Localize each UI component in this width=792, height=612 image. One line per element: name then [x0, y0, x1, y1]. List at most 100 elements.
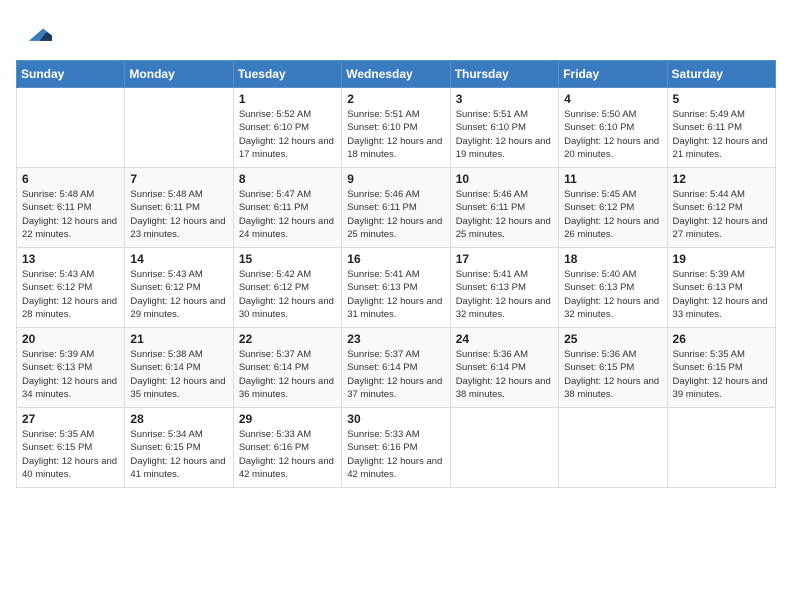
day-cell: 30 Sunrise: 5:33 AM Sunset: 6:16 PM Dayli… [342, 408, 450, 488]
day-cell: 16Sunrise: 5:41 AM Sunset: 6:13 PM Dayli… [342, 248, 450, 328]
weekday-header-thursday: Thursday [450, 61, 558, 88]
header [16, 16, 776, 48]
day-info: Sunrise: 5:33 AM Sunset: 6:16 PM Dayligh… [347, 428, 444, 481]
day-cell: 3 Sunrise: 5:51 AM Sunset: 6:10 PM Daylig… [450, 88, 558, 168]
day-info: Sunrise: 5:40 AM Sunset: 6:13 PM Dayligh… [564, 268, 661, 321]
day-cell [559, 408, 667, 488]
day-info: Sunrise: 5:42 AM Sunset: 6:12 PM Dayligh… [239, 268, 336, 321]
day-info: Sunrise: 5:45 AM Sunset: 6:12 PM Dayligh… [564, 188, 661, 241]
day-number: 3 [456, 92, 553, 106]
weekday-header-friday: Friday [559, 61, 667, 88]
day-info: Sunrise: 5:43 AM Sunset: 6:12 PM Dayligh… [130, 268, 227, 321]
week-row-3: 13 Sunrise: 5:43 AM Sunset: 6:12 PM Dayli… [17, 248, 776, 328]
day-number: 13 [22, 252, 119, 266]
day-number: 8 [239, 172, 336, 186]
day-info: Sunrise: 5:52 AM Sunset: 6:10 PM Dayligh… [239, 108, 336, 161]
day-cell: 25 Sunrise: 5:36 AM Sunset: 6:15 PM Dayli… [559, 328, 667, 408]
day-info: Sunrise: 5:33 AM Sunset: 6:16 PM Dayligh… [239, 428, 336, 481]
day-number: 12 [673, 172, 770, 186]
day-cell: 29 Sunrise: 5:33 AM Sunset: 6:16 PM Dayli… [233, 408, 341, 488]
day-cell: 19 Sunrise: 5:39 AM Sunset: 6:13 PM Dayli… [667, 248, 775, 328]
day-number: 20 [22, 332, 119, 346]
logo-icon [20, 16, 52, 48]
day-cell: 8 Sunrise: 5:47 AM Sunset: 6:11 PM Daylig… [233, 168, 341, 248]
day-number: 2 [347, 92, 444, 106]
day-number: 10 [456, 172, 553, 186]
day-cell: 24 Sunrise: 5:36 AM Sunset: 6:14 PM Dayli… [450, 328, 558, 408]
day-number: 9 [347, 172, 444, 186]
weekday-header-saturday: Saturday [667, 61, 775, 88]
day-cell: 22 Sunrise: 5:37 AM Sunset: 6:14 PM Dayli… [233, 328, 341, 408]
day-info: Sunrise: 5:37 AM Sunset: 6:14 PM Dayligh… [239, 348, 336, 401]
day-info: Sunrise: 5:51 AM Sunset: 6:10 PM Dayligh… [347, 108, 444, 161]
day-number: 28 [130, 412, 227, 426]
day-info: Sunrise: 5:34 AM Sunset: 6:15 PM Dayligh… [130, 428, 227, 481]
day-info: Sunrise: 5:48 AM Sunset: 6:11 PM Dayligh… [22, 188, 119, 241]
day-cell: 18 Sunrise: 5:40 AM Sunset: 6:13 PM Dayli… [559, 248, 667, 328]
day-number: 11 [564, 172, 661, 186]
day-cell: 10Sunrise: 5:46 AM Sunset: 6:11 PM Dayli… [450, 168, 558, 248]
day-number: 18 [564, 252, 661, 266]
day-info: Sunrise: 5:51 AM Sunset: 6:10 PM Dayligh… [456, 108, 553, 161]
day-number: 14 [130, 252, 227, 266]
day-info: Sunrise: 5:41 AM Sunset: 6:13 PM Dayligh… [456, 268, 553, 321]
day-cell: 26 Sunrise: 5:35 AM Sunset: 6:15 PM Dayli… [667, 328, 775, 408]
week-row-2: 6 Sunrise: 5:48 AM Sunset: 6:11 PM Daylig… [17, 168, 776, 248]
day-cell: 23 Sunrise: 5:37 AM Sunset: 6:14 PM Dayli… [342, 328, 450, 408]
day-info: Sunrise: 5:35 AM Sunset: 6:15 PM Dayligh… [22, 428, 119, 481]
day-info: Sunrise: 5:43 AM Sunset: 6:12 PM Dayligh… [22, 268, 119, 321]
calendar-table: SundayMondayTuesdayWednesdayThursdayFrid… [16, 60, 776, 488]
day-info: Sunrise: 5:44 AM Sunset: 6:12 PM Dayligh… [673, 188, 770, 241]
day-number: 5 [673, 92, 770, 106]
weekday-header-tuesday: Tuesday [233, 61, 341, 88]
day-cell: 5 Sunrise: 5:49 AM Sunset: 6:11 PM Daylig… [667, 88, 775, 168]
day-number: 26 [673, 332, 770, 346]
day-info: Sunrise: 5:39 AM Sunset: 6:13 PM Dayligh… [22, 348, 119, 401]
day-number: 6 [22, 172, 119, 186]
day-number: 16 [347, 252, 444, 266]
weekday-header-wednesday: Wednesday [342, 61, 450, 88]
day-number: 25 [564, 332, 661, 346]
day-cell [450, 408, 558, 488]
day-number: 27 [22, 412, 119, 426]
day-info: Sunrise: 5:37 AM Sunset: 6:14 PM Dayligh… [347, 348, 444, 401]
logo [16, 16, 52, 48]
day-number: 17 [456, 252, 553, 266]
day-number: 15 [239, 252, 336, 266]
week-row-1: 1 Sunrise: 5:52 AM Sunset: 6:10 PM Daylig… [17, 88, 776, 168]
day-cell: 27 Sunrise: 5:35 AM Sunset: 6:15 PM Dayli… [17, 408, 125, 488]
day-number: 23 [347, 332, 444, 346]
day-cell: 1 Sunrise: 5:52 AM Sunset: 6:10 PM Daylig… [233, 88, 341, 168]
day-info: Sunrise: 5:36 AM Sunset: 6:15 PM Dayligh… [564, 348, 661, 401]
day-info: Sunrise: 5:47 AM Sunset: 6:11 PM Dayligh… [239, 188, 336, 241]
day-number: 29 [239, 412, 336, 426]
day-info: Sunrise: 5:38 AM Sunset: 6:14 PM Dayligh… [130, 348, 227, 401]
day-info: Sunrise: 5:39 AM Sunset: 6:13 PM Dayligh… [673, 268, 770, 321]
day-number: 21 [130, 332, 227, 346]
day-number: 1 [239, 92, 336, 106]
day-cell: 17 Sunrise: 5:41 AM Sunset: 6:13 PM Dayli… [450, 248, 558, 328]
day-cell: 4Sunrise: 5:50 AM Sunset: 6:10 PM Daylig… [559, 88, 667, 168]
day-number: 22 [239, 332, 336, 346]
day-cell [667, 408, 775, 488]
day-number: 4 [564, 92, 661, 106]
week-row-4: 20 Sunrise: 5:39 AM Sunset: 6:13 PM Dayli… [17, 328, 776, 408]
weekday-header-monday: Monday [125, 61, 233, 88]
day-cell: 6 Sunrise: 5:48 AM Sunset: 6:11 PM Daylig… [17, 168, 125, 248]
week-row-5: 27 Sunrise: 5:35 AM Sunset: 6:15 PM Dayli… [17, 408, 776, 488]
day-info: Sunrise: 5:35 AM Sunset: 6:15 PM Dayligh… [673, 348, 770, 401]
day-cell: 28 Sunrise: 5:34 AM Sunset: 6:15 PM Dayli… [125, 408, 233, 488]
day-info: Sunrise: 5:46 AM Sunset: 6:11 PM Dayligh… [347, 188, 444, 241]
day-number: 24 [456, 332, 553, 346]
day-cell: 11 Sunrise: 5:45 AM Sunset: 6:12 PM Dayli… [559, 168, 667, 248]
weekday-header-row: SundayMondayTuesdayWednesdayThursdayFrid… [17, 61, 776, 88]
day-number: 19 [673, 252, 770, 266]
day-info: Sunrise: 5:49 AM Sunset: 6:11 PM Dayligh… [673, 108, 770, 161]
day-cell: 15 Sunrise: 5:42 AM Sunset: 6:12 PM Dayli… [233, 248, 341, 328]
day-cell [125, 88, 233, 168]
day-number: 7 [130, 172, 227, 186]
day-info: Sunrise: 5:48 AM Sunset: 6:11 PM Dayligh… [130, 188, 227, 241]
day-cell: 7 Sunrise: 5:48 AM Sunset: 6:11 PM Daylig… [125, 168, 233, 248]
day-number: 30 [347, 412, 444, 426]
day-info: Sunrise: 5:36 AM Sunset: 6:14 PM Dayligh… [456, 348, 553, 401]
